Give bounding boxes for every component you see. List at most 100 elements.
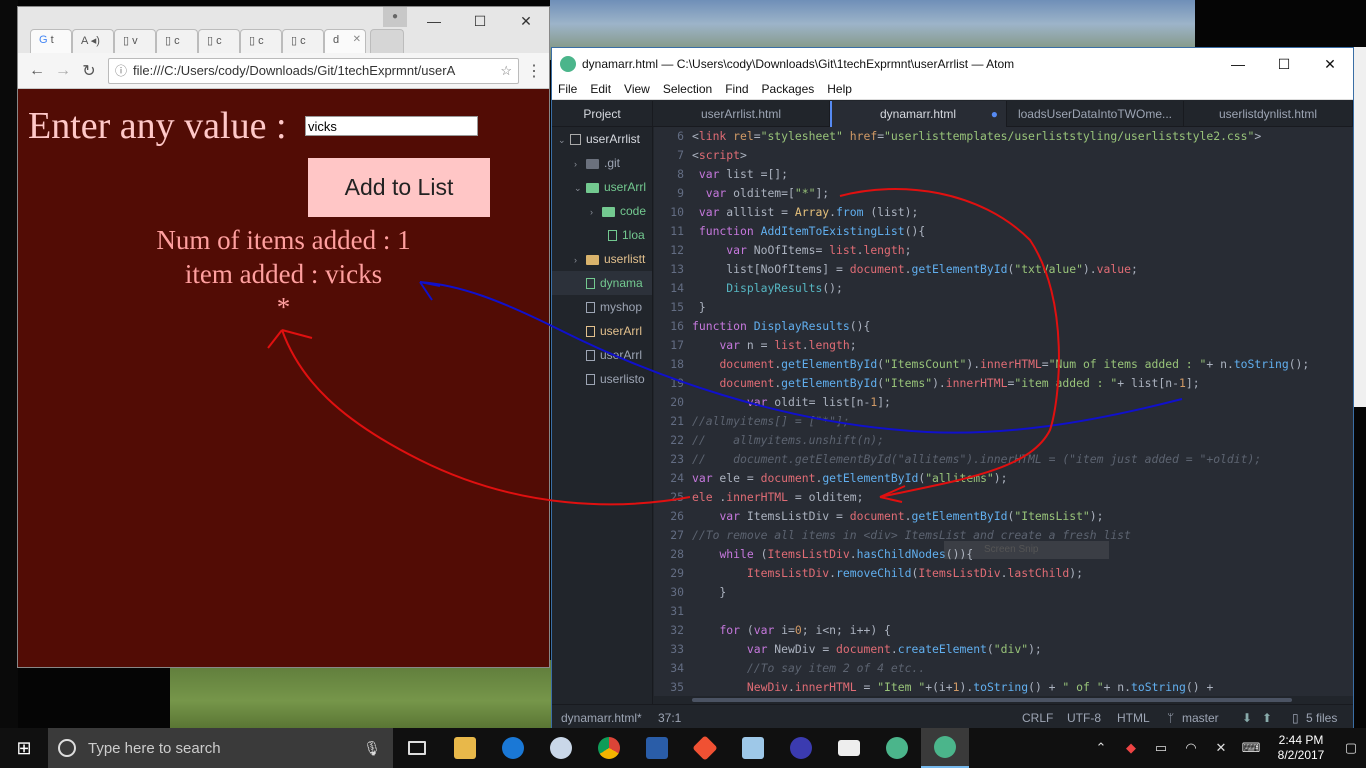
security-icon[interactable]: ◆ [1116, 740, 1146, 756]
wifi-icon[interactable]: ◠ [1176, 740, 1206, 756]
file-icon [586, 326, 595, 338]
chrome-tabstrip: G t A ◂) ▯ v ▯ c ▯ c ▯ c ▯ c d ✕ ● — ☐ ✕ [18, 7, 549, 53]
info-icon[interactable]: ⓘ [115, 62, 127, 79]
forward-icon[interactable]: → [50, 62, 76, 80]
tree-item[interactable]: › .git [552, 151, 652, 175]
search-placeholder: Type here to search [88, 739, 221, 757]
tree-label: userlistt [604, 252, 646, 266]
cortana-icon [58, 739, 76, 757]
tree-item[interactable]: myshop [552, 295, 652, 319]
mail-icon[interactable] [825, 728, 873, 768]
editor-tab-active[interactable]: dynamarr.html ● [830, 101, 1007, 127]
tree-item[interactable]: userArrl [552, 319, 652, 343]
web-page: Enter any value : Add to List Num of ite… [18, 89, 549, 667]
all-items: * [276, 292, 291, 322]
background-scrollbar[interactable] [1354, 47, 1366, 407]
microphone-icon[interactable]: 🎙 [363, 740, 381, 757]
menu-view[interactable]: View [624, 80, 650, 99]
scroll-thumb[interactable] [692, 698, 1292, 702]
maximize-icon[interactable]: ☐ [1261, 56, 1307, 73]
editor-tab-label: dynamarr.html [879, 107, 957, 121]
menu-selection[interactable]: Selection [663, 80, 712, 99]
minimize-icon[interactable]: — [411, 7, 457, 37]
chrome-tab[interactable]: ▯ c [282, 29, 324, 53]
back-icon[interactable]: ← [24, 62, 50, 80]
taskbar-search[interactable]: Type here to search 🎙 [48, 728, 393, 768]
chevron-up-icon[interactable]: ⌃ [1086, 740, 1116, 756]
notifications-icon[interactable]: ▢ [1336, 740, 1366, 756]
chrome-tab[interactable]: ▯ c [240, 29, 282, 53]
chrome-tab[interactable]: ▯ v [114, 29, 156, 53]
chevron-down-icon: ⌄ [574, 183, 582, 193]
editor-tab[interactable]: userArrlist.html [653, 101, 830, 127]
code-editor[interactable]: 6 <link rel="stylesheet" href="userlistte… [654, 127, 1353, 704]
image-file-icon [608, 230, 617, 242]
project-tab[interactable]: Project [552, 101, 653, 127]
bookmark-star-icon[interactable]: ☆ [500, 63, 512, 79]
chrome-tab[interactable]: G t [30, 29, 72, 53]
close-icon[interactable]: ✕ [503, 7, 549, 37]
tree-item[interactable]: ⌄ userArrl [552, 175, 652, 199]
reload-icon[interactable]: ↻ [76, 61, 102, 81]
chrome-tab[interactable]: ▯ c [198, 29, 240, 53]
editor-tab[interactable]: userlistdynlist.html [1184, 101, 1353, 127]
volume-muted-icon[interactable]: ✕ [1206, 740, 1236, 756]
tree-item-selected[interactable]: dynama [552, 271, 652, 295]
tree-item[interactable]: › code [552, 199, 652, 223]
tree-root[interactable]: ⌄ userArrlist [552, 127, 652, 151]
chrome-icon[interactable] [585, 728, 633, 768]
chrome-tab[interactable]: A ◂) [72, 29, 114, 53]
close-icon[interactable]: ✕ [1307, 56, 1353, 73]
chevron-right-icon: › [574, 159, 577, 169]
add-to-list-button[interactable]: Add to List [308, 158, 490, 217]
tree-item[interactable]: 1loa [552, 223, 652, 247]
tree-item[interactable]: userlisto [552, 367, 652, 391]
task-view-icon[interactable] [393, 728, 441, 768]
chrome-tab[interactable]: ▯ c [156, 29, 198, 53]
menu-help[interactable]: Help [827, 80, 852, 99]
atom-icon-active[interactable] [921, 728, 969, 768]
paint-icon[interactable] [537, 728, 585, 768]
maximize-icon[interactable]: ☐ [457, 7, 503, 37]
tree-label: userArrlist [586, 132, 641, 146]
tree-item[interactable]: › userlistt [552, 247, 652, 271]
chrome-menu-icon[interactable]: ⋮ [525, 61, 543, 81]
battery-icon[interactable]: ▭ [1146, 740, 1176, 756]
close-tab-icon[interactable]: ✕ [353, 34, 361, 45]
keyboard-icon[interactable]: ⌨ [1236, 740, 1266, 756]
editor-tab[interactable]: loadsUserDataIntoTWOme... [1007, 101, 1184, 127]
atom-icon[interactable] [873, 728, 921, 768]
address-url: file:///C:/Users/cody/Downloads/Git/1tec… [133, 63, 456, 78]
tree-label: userlisto [600, 372, 645, 386]
new-tab-button[interactable] [370, 29, 404, 53]
taskbar: ⊞ Type here to search 🎙 ⌃ ◆ ▭ ◠ ✕ ⌨ 2:44… [0, 728, 1366, 768]
horizontal-scrollbar[interactable] [654, 696, 1353, 704]
menu-packages[interactable]: Packages [762, 80, 815, 99]
git-icon[interactable] [681, 728, 729, 768]
menu-find[interactable]: Find [725, 80, 748, 99]
minimize-icon[interactable]: — [1215, 56, 1261, 72]
windows-start-icon[interactable]: ⊞ [0, 738, 48, 759]
notepad-icon[interactable] [729, 728, 777, 768]
tree-item[interactable]: userArrl [552, 343, 652, 367]
items-count: Num of items added : 1 [156, 225, 411, 255]
value-input[interactable] [305, 116, 478, 136]
menu-file[interactable]: File [558, 80, 577, 99]
app-icon[interactable] [777, 728, 825, 768]
address-bar[interactable]: ⓘ file:///C:/Users/cody/Downloads/Git/1t… [108, 57, 519, 84]
tree-label: myshop [600, 300, 643, 314]
clock[interactable]: 2:44 PM 8/2/2017 [1266, 733, 1336, 763]
profile-icon[interactable]: ● [383, 7, 407, 27]
value-prompt: Enter any value : [28, 105, 287, 147]
chrome-window-controls: — ☐ ✕ [411, 7, 549, 37]
tree-label: 1loa [622, 228, 645, 242]
file-explorer-icon[interactable] [441, 728, 489, 768]
edge-icon[interactable] [489, 728, 537, 768]
tree-label: dynama [600, 276, 643, 290]
powershell-icon[interactable] [633, 728, 681, 768]
chrome-tab-active[interactable]: d ✕ [324, 29, 366, 53]
tree-label: code [620, 204, 647, 218]
clock-date: 8/2/2017 [1277, 748, 1325, 762]
atom-logo-icon [560, 56, 576, 72]
menu-edit[interactable]: Edit [590, 80, 611, 99]
